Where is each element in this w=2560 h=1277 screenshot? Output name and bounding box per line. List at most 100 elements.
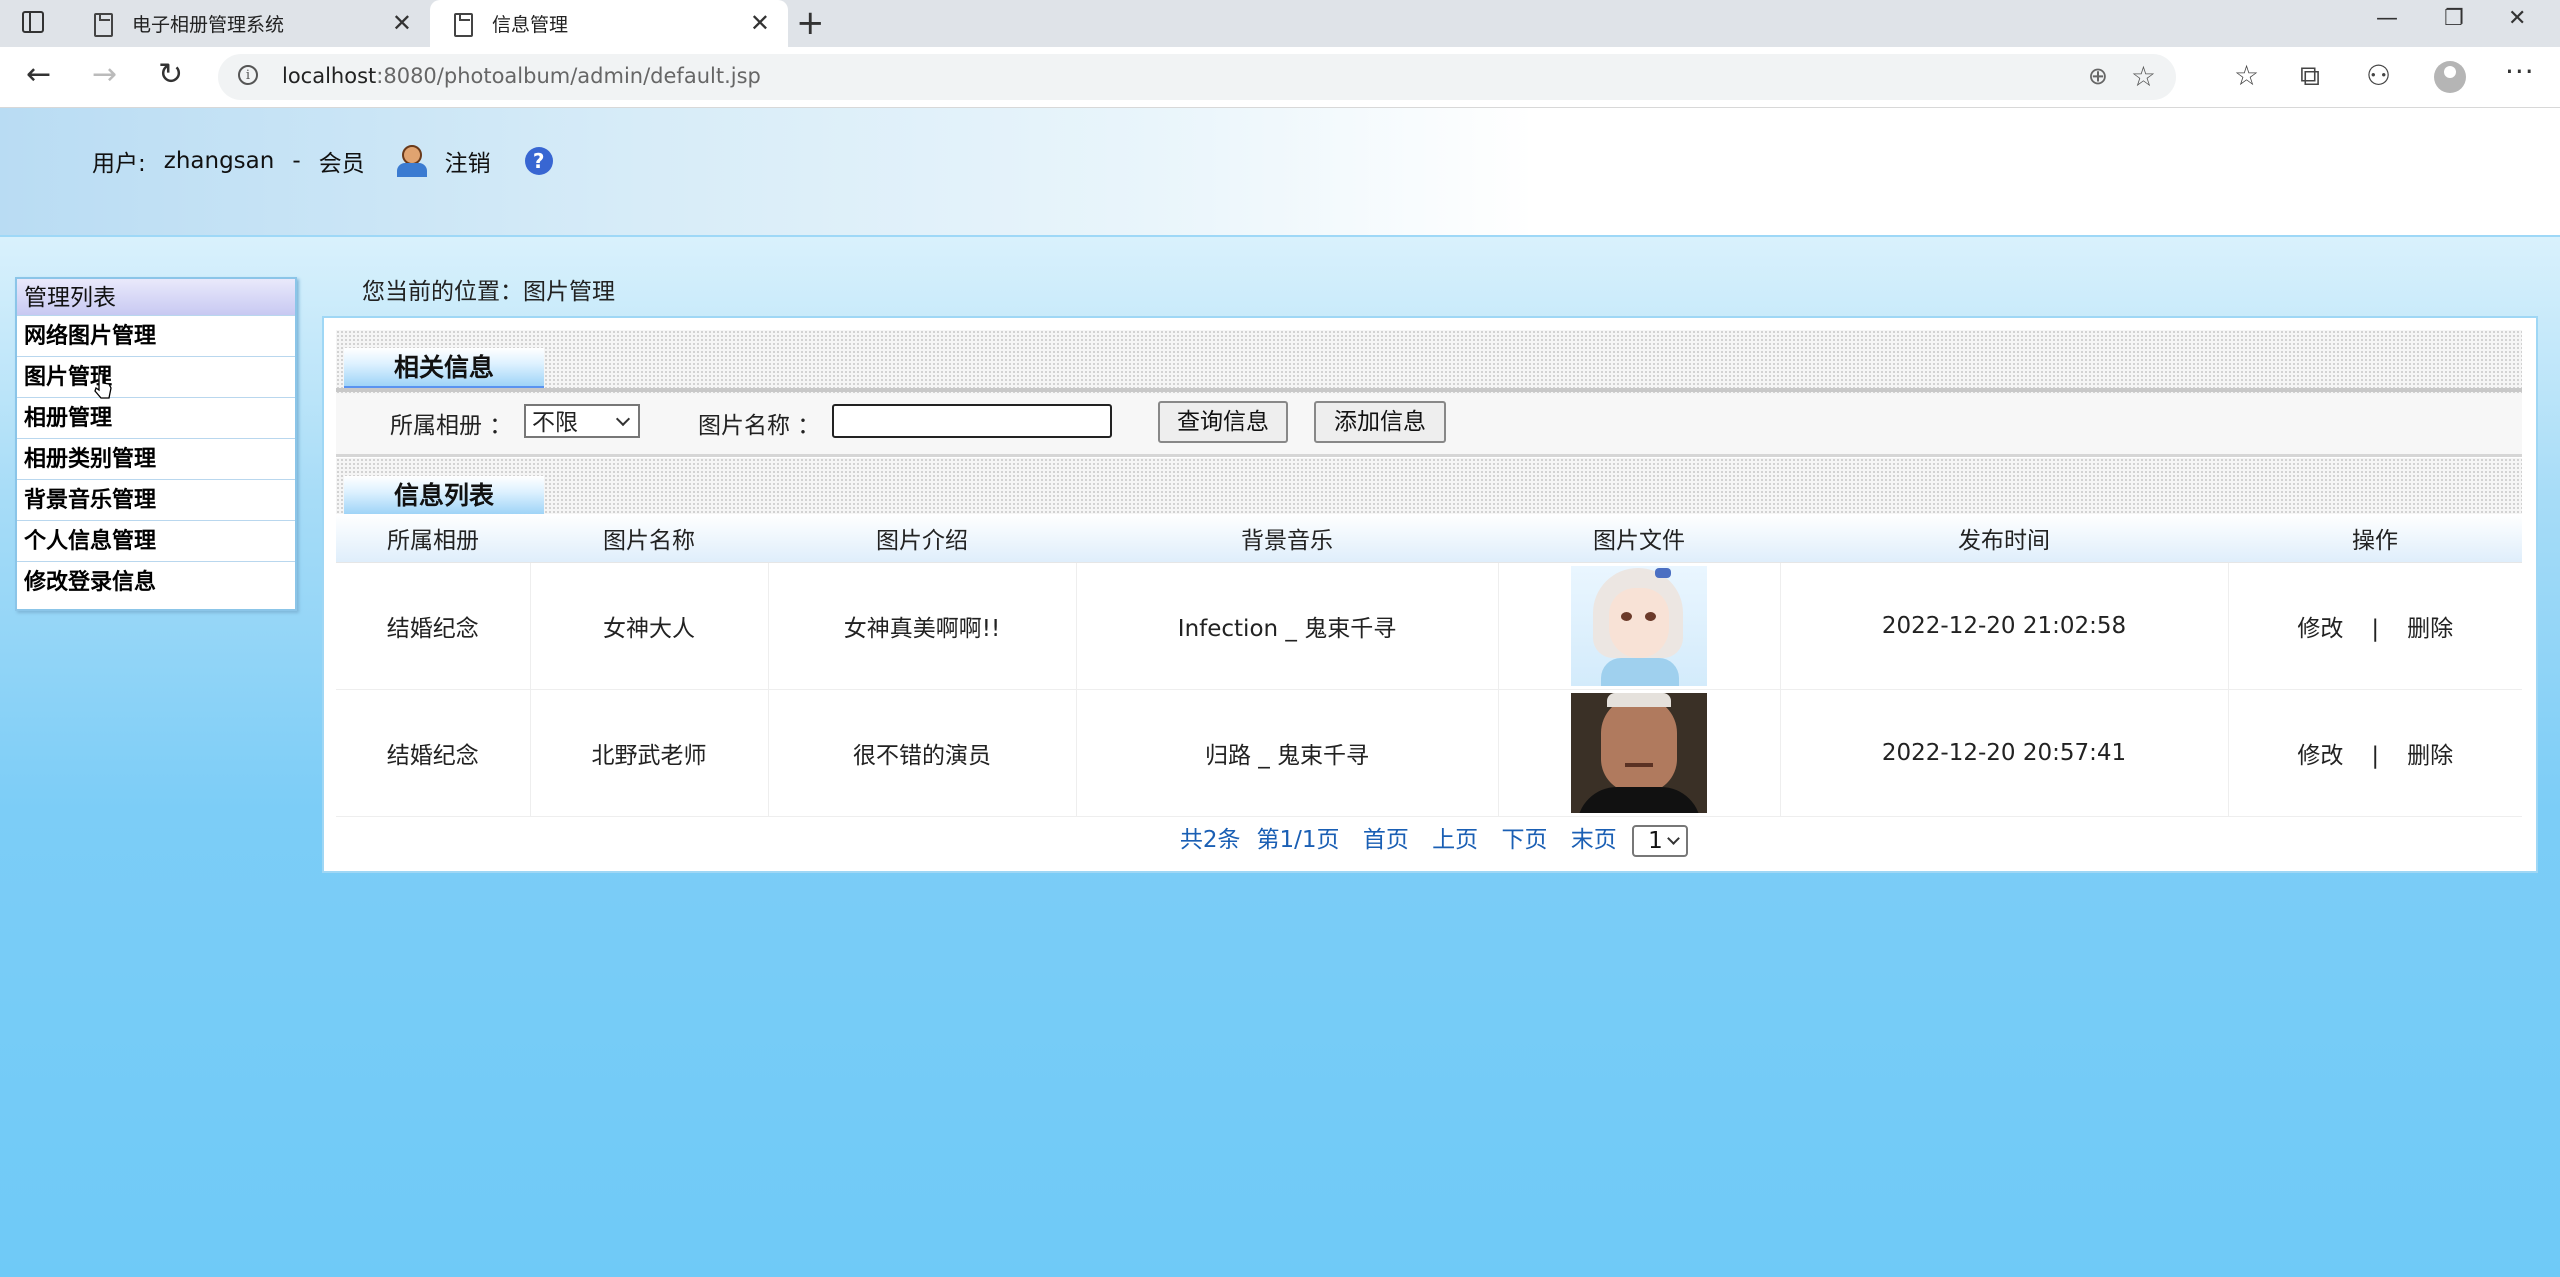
shirt-shape <box>1577 787 1701 813</box>
col-actions: 操作 <box>2228 514 2522 563</box>
prev-page-link[interactable]: 上页 <box>1432 827 1478 853</box>
next-page-link[interactable]: 下页 <box>1501 827 1547 853</box>
total-count: 共2条 <box>1179 827 1241 853</box>
sidebar-menu: 管理列表 网络图片管理 图片管理 相册管理 相册类别管理 背景音乐管理 个人信息… <box>15 277 297 611</box>
edit-link[interactable]: 修改 <box>2297 743 2343 769</box>
zoom-icon[interactable]: ⊕ <box>2088 62 2108 90</box>
page-select-value: 1 <box>1648 827 1663 854</box>
help-icon[interactable]: ? <box>524 147 553 175</box>
page-header: 用户: zhangsan - 会员 注销 ? <box>0 108 2560 236</box>
list-section-header: 信息列表 <box>336 458 2522 522</box>
col-time: 发布时间 <box>1780 514 2228 563</box>
cell-music: 归路 _ 鬼束千寻 <box>1076 689 1499 817</box>
album-select-value: 不限 <box>532 410 578 436</box>
user-icon <box>396 145 431 177</box>
browser-titlebar: 电子相册管理系统 ✕ 信息管理 ✕ + — ❐ ✕ <box>0 0 2560 47</box>
menu-item-network-images[interactable]: 网络图片管理 <box>17 315 295 356</box>
menu-item-change-login[interactable]: 修改登录信息 <box>17 561 295 602</box>
avatar[interactable] <box>2434 61 2466 93</box>
cell-image <box>1498 689 1781 817</box>
image-name-input[interactable] <box>832 404 1112 438</box>
action-separator: | <box>2371 743 2380 769</box>
address-bar[interactable]: i localhost:8080/photoalbum/admin/defaul… <box>218 54 2176 100</box>
edit-link[interactable]: 修改 <box>2297 616 2343 642</box>
more-icon[interactable]: ··· <box>2505 55 2535 88</box>
cell-album: 结婚纪念 <box>336 689 531 817</box>
username: zhangsan <box>163 148 275 174</box>
eye-shape <box>1645 612 1656 621</box>
delete-link[interactable]: 删除 <box>2407 616 2453 642</box>
menu-item-personal-info[interactable]: 个人信息管理 <box>17 520 295 561</box>
close-tab-icon[interactable]: ✕ <box>750 11 770 35</box>
address-toolbar: ← → ↻ i localhost:8080/photoalbum/admin/… <box>0 47 2560 108</box>
minimize-icon[interactable]: — <box>2376 6 2398 31</box>
role: 会员 <box>318 151 365 177</box>
image-name-label: 图片名称 ： <box>698 413 821 439</box>
tab-actions-icon[interactable] <box>22 11 44 33</box>
anime-girl-image[interactable] <box>1571 566 1707 686</box>
profile-sync-icon[interactable]: ⚇ <box>2366 59 2391 92</box>
section-rule <box>336 388 2522 392</box>
site-info-icon[interactable]: i <box>238 65 258 85</box>
browser-tab-info-manage[interactable]: 信息管理 ✕ <box>430 0 788 47</box>
image-table: 所属相册 图片名称 图片介绍 背景音乐 图片文件 发布时间 操作 结婚纪念 女神… <box>336 514 2522 817</box>
back-icon[interactable]: ← <box>26 57 51 93</box>
cell-intro: 女神真美啊啊!! <box>768 562 1077 690</box>
cell-album: 结婚纪念 <box>336 562 531 690</box>
forward-icon[interactable]: → <box>92 57 117 93</box>
close-tab-icon[interactable]: ✕ <box>392 11 412 35</box>
search-section-title: 相关信息 <box>344 348 544 390</box>
page-icon <box>452 12 474 37</box>
menu-item-albums[interactable]: 相册管理 <box>17 397 295 438</box>
favorites-icon[interactable]: ☆ <box>2234 59 2259 92</box>
logout-link[interactable]: 注销 <box>445 144 491 178</box>
tab-title: 电子相册管理系统 <box>132 14 285 36</box>
menu-item-album-categories[interactable]: 相册类别管理 <box>17 438 295 479</box>
search-section-header: 相关信息 <box>336 330 2522 394</box>
col-album: 所属相册 <box>336 514 530 563</box>
delete-link[interactable]: 删除 <box>2407 743 2453 769</box>
query-button[interactable]: 查询信息 <box>1158 401 1288 443</box>
col-intro: 图片介绍 <box>768 514 1076 563</box>
new-tab-icon[interactable]: + <box>796 4 825 42</box>
page-indicator: 第1/1页 <box>1256 827 1340 853</box>
page-select[interactable]: 1 <box>1632 824 1689 857</box>
cell-time: 2022-12-20 20:57:41 <box>1780 689 2229 817</box>
collections-icon[interactable]: ⧉ <box>2300 59 2320 93</box>
body-shape <box>1601 658 1679 686</box>
cell-intro: 很不错的演员 <box>768 689 1077 817</box>
tab-title: 信息管理 <box>492 14 569 36</box>
cell-time: 2022-12-20 21:02:58 <box>1780 562 2229 690</box>
last-page-link[interactable]: 末页 <box>1571 827 1617 853</box>
menu-item-background-music[interactable]: 背景音乐管理 <box>17 479 295 520</box>
refresh-icon[interactable]: ↻ <box>158 57 183 93</box>
eye-shape <box>1621 612 1632 621</box>
close-window-icon[interactable]: ✕ <box>2508 6 2526 31</box>
table-row: 结婚纪念 北野武老师 很不错的演员 归路 _ 鬼束千寻 2022-12-20 2… <box>336 689 2522 817</box>
album-select[interactable]: 不限 <box>524 404 640 438</box>
user-info: 用户: zhangsan - 会员 注销 ? <box>92 144 553 178</box>
first-page-link[interactable]: 首页 <box>1363 827 1409 853</box>
man-portrait-image[interactable] <box>1571 693 1707 813</box>
hair-shape <box>1607 693 1671 707</box>
breadcrumb: 您当前的位置：图片管理 <box>362 279 615 305</box>
url-text[interactable]: localhost:8080/photoalbum/admin/default.… <box>282 64 761 88</box>
table-row: 结婚纪念 女神大人 女神真美啊啊!! Infection _ 鬼束千寻 2022… <box>336 562 2522 690</box>
url-path: :8080/photoalbum/admin/default.jsp <box>376 64 761 88</box>
mouth-shape <box>1625 763 1653 767</box>
face-shape <box>1609 588 1669 658</box>
cell-music: Infection _ 鬼束千寻 <box>1076 562 1499 690</box>
restore-icon[interactable]: ❐ <box>2444 6 2464 31</box>
separator: - <box>292 148 301 174</box>
favorite-star-icon[interactable]: ☆ <box>2131 60 2156 93</box>
add-button[interactable]: 添加信息 <box>1314 401 1446 443</box>
header-right-area <box>1528 108 2528 236</box>
url-host: localhost <box>282 64 377 88</box>
list-section-title: 信息列表 <box>344 476 544 518</box>
content-panel: 相关信息 所属相册 ： 不限 图片名称 ： 查询信息 添加信息 信息列表 所属相… <box>322 316 2538 873</box>
face-shape <box>1601 697 1677 793</box>
col-name: 图片名称 <box>530 514 768 563</box>
col-music: 背景音乐 <box>1076 514 1498 563</box>
browser-tab-album-system[interactable]: 电子相册管理系统 ✕ <box>70 0 430 47</box>
menu-item-images[interactable]: 图片管理 <box>17 356 295 397</box>
